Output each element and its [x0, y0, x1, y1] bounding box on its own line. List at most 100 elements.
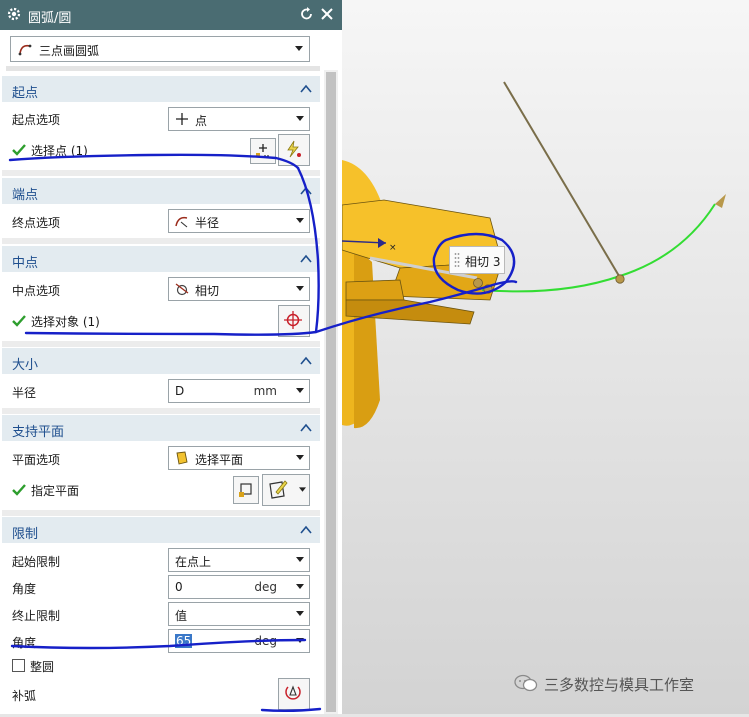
chevron-down-icon[interactable]	[296, 584, 304, 589]
arc-type-dropdown[interactable]: 三点画圆弧	[10, 36, 310, 62]
chevron-up-icon[interactable]	[300, 254, 312, 264]
chevron-down-icon	[296, 557, 304, 562]
complement-arc-button[interactable]	[278, 678, 310, 710]
full-circle-label[interactable]: 整圆	[30, 658, 54, 675]
complement-label: 补弧	[12, 689, 37, 703]
select-point-label[interactable]: 选择点 (1)	[31, 142, 88, 159]
tangent-point[interactable]	[473, 278, 483, 288]
start-option-dropdown[interactable]: 点	[168, 107, 310, 131]
chevron-down-icon	[296, 455, 304, 460]
section-limits-header[interactable]: 限制	[2, 517, 320, 543]
gear-icon[interactable]	[6, 6, 22, 22]
dialog-title: 圆弧/圆	[28, 11, 72, 26]
crosshair-icon	[284, 311, 302, 329]
reset-icon[interactable]	[298, 5, 316, 23]
start-option-label: 起点选项	[12, 113, 61, 127]
mid-option-label: 中点选项	[12, 284, 61, 298]
chevron-down-icon[interactable]	[296, 638, 304, 643]
plane-option-value: 选择平面	[195, 453, 244, 467]
section-plane-header[interactable]: 支持平面	[2, 415, 320, 441]
inferred-point-button[interactable]	[278, 134, 310, 166]
complement-arc-icon	[285, 685, 301, 700]
section-mid-header[interactable]: 中点	[2, 246, 320, 272]
check-icon	[12, 484, 26, 496]
section-end-header[interactable]: 端点	[2, 178, 320, 204]
start-angle-value: 0	[175, 580, 183, 594]
chevron-up-icon[interactable]	[300, 186, 312, 196]
tooltip-text: 相切 3	[465, 255, 501, 269]
select-object-button[interactable]	[278, 305, 310, 337]
center-point[interactable]	[615, 274, 625, 284]
plane-constructor-button[interactable]	[262, 474, 310, 506]
tangent-icon	[175, 283, 189, 296]
end-option-label: 终点选项	[12, 216, 61, 230]
section-limits-title: 限制	[12, 527, 39, 542]
watermark-text: 三多数控与模具工作室	[544, 676, 695, 694]
mid-option-value: 相切	[195, 284, 220, 298]
plane-constructor-icon	[269, 480, 288, 499]
section-plane-title: 支持平面	[12, 425, 65, 440]
end-limit-value: 值	[175, 609, 188, 623]
graphics-viewport[interactable]: ×	[341, 0, 749, 714]
chevron-down-icon	[296, 218, 304, 223]
radius-value: D	[175, 384, 185, 398]
dialog-titlebar: 圆弧/圆	[0, 0, 342, 30]
arc-type-value: 三点画圆弧	[39, 44, 100, 58]
start-limit-label: 起始限制	[12, 555, 61, 569]
axis-mark: ×	[389, 243, 397, 253]
radius-input[interactable]: D mm	[168, 379, 310, 403]
chevron-up-icon[interactable]	[300, 84, 312, 94]
section-mid-title: 中点	[12, 256, 39, 271]
three-point-arc-icon	[18, 44, 32, 56]
check-icon	[12, 144, 26, 156]
full-circle-checkbox[interactable]	[12, 659, 25, 672]
section-gap	[2, 408, 320, 414]
end-angle-input[interactable]: 65 deg	[168, 629, 310, 653]
chevron-down-icon	[296, 116, 304, 121]
section-start-header[interactable]: 起点	[2, 76, 320, 102]
end-angle-selected-text: 65	[175, 634, 193, 648]
chevron-down-icon	[295, 46, 303, 51]
point-constructor-icon	[256, 144, 269, 157]
radius-unit: mm	[253, 384, 277, 398]
wechat-icon	[514, 674, 538, 692]
end-angle-value: 65	[175, 634, 193, 648]
watermark: 三多数控与模具工作室	[514, 672, 744, 694]
point-dialog-button[interactable]	[250, 138, 276, 164]
section-gap	[2, 341, 320, 347]
end-angle-label: 角度	[12, 636, 37, 650]
chevron-up-icon[interactable]	[300, 356, 312, 366]
end-limit-dropdown[interactable]: 值	[168, 602, 310, 626]
specify-plane-label[interactable]: 指定平面	[31, 482, 79, 499]
mid-option-dropdown[interactable]: 相切	[168, 277, 310, 301]
end-angle-unit: deg	[254, 634, 277, 648]
chevron-up-icon[interactable]	[300, 423, 312, 433]
tangent-tooltip: 相切 3	[449, 246, 505, 274]
reverse-plane-button[interactable]	[233, 476, 259, 504]
radius-label: 半径	[12, 386, 37, 400]
grip-icon	[454, 253, 460, 267]
chevron-up-icon[interactable]	[300, 525, 312, 535]
chevron-down-icon	[296, 611, 304, 616]
close-icon[interactable]	[318, 5, 336, 23]
start-limit-value: 在点上	[175, 555, 212, 569]
viewport-background	[342, 0, 749, 714]
section-gap	[2, 238, 320, 244]
section-start-title: 起点	[12, 86, 39, 101]
section-gap	[2, 170, 320, 176]
model-scene[interactable]: ×	[341, 0, 749, 714]
start-option-value: 点	[195, 114, 208, 128]
start-angle-input[interactable]: 0 deg	[168, 575, 310, 599]
section-gap	[2, 510, 320, 516]
end-option-dropdown[interactable]: 半径	[168, 209, 310, 233]
section-size-header[interactable]: 大小	[2, 348, 320, 374]
start-point[interactable]	[483, 284, 493, 294]
plane-option-dropdown[interactable]: 选择平面	[168, 446, 310, 470]
end-option-value: 半径	[195, 216, 220, 230]
dialog-scrollbar[interactable]	[324, 70, 338, 714]
radius-arc-icon	[175, 216, 188, 228]
scrollbar-thumb[interactable]	[326, 72, 336, 712]
start-limit-dropdown[interactable]: 在点上	[168, 548, 310, 572]
select-object-label[interactable]: 选择对象 (1)	[31, 313, 100, 330]
chevron-down-icon[interactable]	[296, 388, 304, 393]
